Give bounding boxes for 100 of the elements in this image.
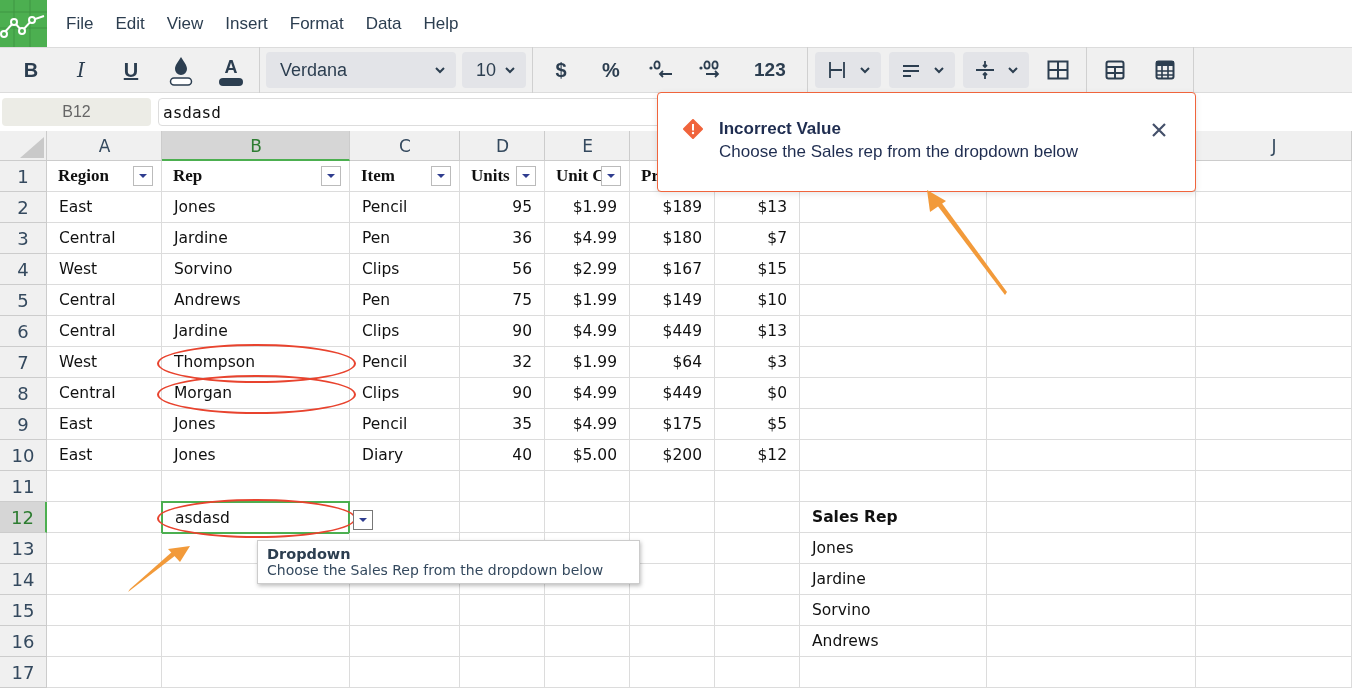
cell-text: Rep [173, 166, 203, 186]
table-cell: Central [47, 285, 162, 316]
chevron-down-icon [858, 66, 871, 74]
table-cell: $5 [715, 409, 800, 440]
caret-down-icon [358, 517, 368, 523]
row-header[interactable]: 7 [0, 347, 47, 378]
caret-down-icon [138, 173, 148, 179]
close-icon[interactable] [1151, 122, 1167, 138]
row-header[interactable]: 12 [0, 502, 47, 533]
table-cell: Jardine [162, 316, 350, 347]
table-cell: Thompson [162, 347, 350, 378]
table-cell: $5.00 [545, 440, 630, 471]
cell-text: Region [58, 166, 109, 186]
cell-reference-field[interactable]: B12 [2, 98, 151, 126]
number-format-button[interactable]: 123 [750, 50, 790, 90]
filter-dropdown-button[interactable] [516, 166, 536, 186]
font-select[interactable]: Verdana [266, 52, 456, 88]
table-cell: Diary [350, 440, 460, 471]
menu-item[interactable]: Format [278, 3, 355, 44]
column-header[interactable]: J [1271, 136, 1277, 156]
table-cell: Jardine [162, 223, 350, 254]
menu-item[interactable]: Insert [214, 3, 279, 44]
row-header[interactable]: 13 [0, 533, 47, 564]
menu-item[interactable]: Help [412, 3, 470, 44]
table-cell: Clips [350, 316, 460, 347]
row-header[interactable]: 15 [0, 595, 47, 626]
arrow [128, 546, 190, 592]
row-header[interactable]: 1 [0, 161, 47, 192]
row-header[interactable]: 8 [0, 378, 47, 409]
row-header[interactable]: 16 [0, 626, 47, 657]
menu-item[interactable]: File [55, 3, 105, 44]
filter-dropdown-button[interactable] [601, 166, 621, 186]
table-cell: $180 [630, 223, 715, 254]
caret-down-icon [326, 173, 336, 179]
table-cell: East [47, 409, 162, 440]
row-header[interactable]: 14 [0, 564, 47, 595]
table-cell: $10 [715, 285, 800, 316]
row-header[interactable]: 2 [0, 192, 47, 223]
table-cell: Jones [162, 192, 350, 223]
column-header[interactable]: D [495, 136, 510, 156]
vertical-align-select[interactable] [962, 52, 1029, 88]
table-icon[interactable] [1104, 60, 1125, 80]
column-header[interactable]: E [582, 136, 593, 156]
table-cell: Clips [350, 378, 460, 409]
chevron-down-icon [504, 66, 516, 74]
table-cell: asdasd [161, 501, 350, 534]
row-header[interactable]: 5 [0, 285, 47, 316]
chevron-down-icon [932, 66, 945, 74]
alert-message: Choose the Sales rep from the dropdown below [719, 142, 1080, 162]
filter-dropdown-button[interactable] [321, 166, 341, 186]
table-cell: Central [47, 316, 162, 347]
table-cell: $167 [630, 254, 715, 285]
row-header[interactable]: 10 [0, 440, 47, 471]
row-header[interactable]: 9 [0, 409, 47, 440]
filter-dropdown-button[interactable] [431, 166, 451, 186]
table-cell: $449 [630, 378, 715, 409]
table-cell: $1.99 [545, 192, 630, 223]
table-cell: $175 [630, 409, 715, 440]
table-cell: Jones [162, 409, 350, 440]
percent-button[interactable]: % [592, 50, 630, 90]
row-header[interactable]: 11 [0, 471, 47, 502]
align-icon [826, 60, 847, 80]
menu-item[interactable]: Edit [104, 3, 156, 44]
table-cell: Morgan [162, 378, 350, 409]
column-header[interactable]: C [399, 136, 411, 156]
font-size-select[interactable]: 10 [462, 52, 526, 88]
italic-button[interactable]: I [62, 50, 100, 90]
column-header[interactable]: B [250, 136, 262, 156]
table-cell: Central [47, 223, 162, 254]
table-cell: Andrews [800, 626, 987, 657]
table-cell: $12 [715, 440, 800, 471]
filter-dropdown-button[interactable] [133, 166, 153, 186]
tooltip-title: Dropdown [267, 546, 351, 562]
caret-down-icon [436, 173, 446, 179]
column-header[interactable]: A [98, 136, 111, 156]
cell-dropdown-button[interactable] [353, 510, 373, 530]
currency-button[interactable]: $ [542, 50, 580, 90]
table-cell: Pen [350, 285, 460, 316]
borders-icon[interactable] [1046, 60, 1069, 80]
row-header[interactable]: 3 [0, 223, 47, 254]
table-cell: 75 [460, 285, 545, 316]
table-cell: Sorvino [800, 595, 987, 626]
table-cell: $449 [630, 316, 715, 347]
text-color-button[interactable]: A [212, 50, 250, 90]
text-align-select[interactable] [888, 52, 955, 88]
menu-item[interactable]: Data [354, 3, 413, 44]
grid-table-icon[interactable] [1154, 60, 1175, 80]
horizontal-align-select[interactable] [814, 52, 881, 88]
menu-item[interactable]: View [155, 3, 215, 44]
row-header[interactable]: 17 [0, 657, 47, 688]
chevron-down-icon [434, 66, 446, 74]
table-cell: Sales Rep [800, 502, 987, 533]
underline-button[interactable]: U [112, 50, 150, 90]
table-cell: East [47, 440, 162, 471]
row-header[interactable]: 6 [0, 316, 47, 347]
table-cell: Jardine [800, 564, 987, 595]
row-header[interactable]: 4 [0, 254, 47, 285]
cell-text: Units [471, 166, 510, 186]
table-cell: Clips [350, 254, 460, 285]
bold-button[interactable]: B [12, 50, 50, 90]
